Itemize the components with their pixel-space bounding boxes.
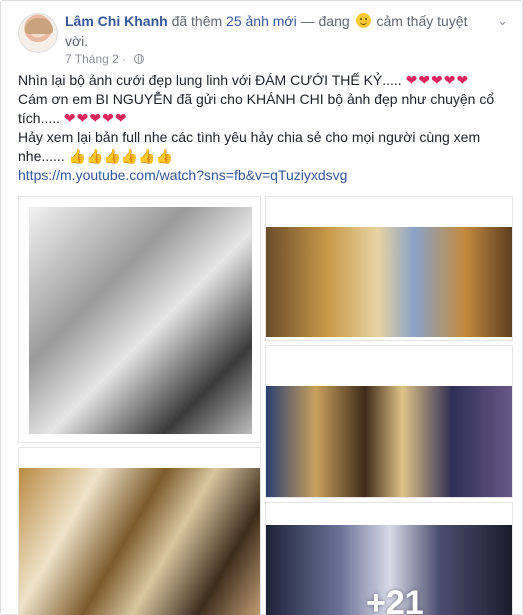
photo-count-link[interactable]: 25 ảnh mới	[226, 13, 297, 29]
action-text: đã thêm	[171, 13, 223, 29]
avatar[interactable]	[18, 13, 58, 53]
photo-1[interactable]	[18, 196, 261, 443]
post-header: Lâm Chi Khanh đã thêm 25 ảnh mới — đang …	[65, 11, 485, 51]
post-text: Nhìn lại bộ ảnh cưới đẹp lung linh với Đ…	[18, 71, 513, 185]
hearts-emoji: ❤❤❤❤❤	[63, 110, 128, 126]
feeling-text: cảm thấy tuyệt	[376, 13, 468, 29]
thumbs-up-emoji: 👍👍👍👍👍👍	[68, 148, 174, 164]
text-line-1: Nhìn lại bộ ảnh cưới đẹp lung linh với Đ…	[18, 72, 470, 88]
photo-3[interactable]	[265, 345, 513, 498]
photo-4[interactable]	[18, 447, 261, 615]
hearts-emoji: ❤❤❤❤❤	[405, 72, 470, 88]
author-name[interactable]: Lâm Chi Khanh	[65, 13, 168, 29]
photo-2[interactable]	[265, 196, 513, 341]
text-line-3: Hảy xem lại bản full nhe các tình yêu hả…	[18, 129, 481, 164]
post-date[interactable]: 7 Tháng 2	[65, 52, 119, 66]
photo-5[interactable]: +21	[265, 502, 513, 615]
feeling-text-2: vời.	[65, 33, 89, 49]
text-line-2: Cám ơn em BI NGUYỄN đã gửi cho KHÁNH CHI…	[18, 91, 495, 126]
youtube-link[interactable]: https://m.youtube.com/watch?sns=fb&v=qTu…	[18, 167, 347, 183]
photo-grid: +21	[18, 196, 513, 615]
post-card: Lâm Chi Khanh đã thêm 25 ảnh mới — đang …	[0, 0, 523, 615]
post-meta: 7 Tháng 2 ·	[65, 51, 144, 67]
action-dash: — đang	[300, 13, 350, 29]
meta-dot: ·	[122, 52, 127, 66]
chevron-down-icon[interactable]: ⌄	[497, 13, 508, 29]
globe-icon[interactable]	[133, 54, 144, 64]
smiley-icon	[355, 13, 371, 28]
more-photos-overlay[interactable]: +21	[366, 584, 424, 615]
